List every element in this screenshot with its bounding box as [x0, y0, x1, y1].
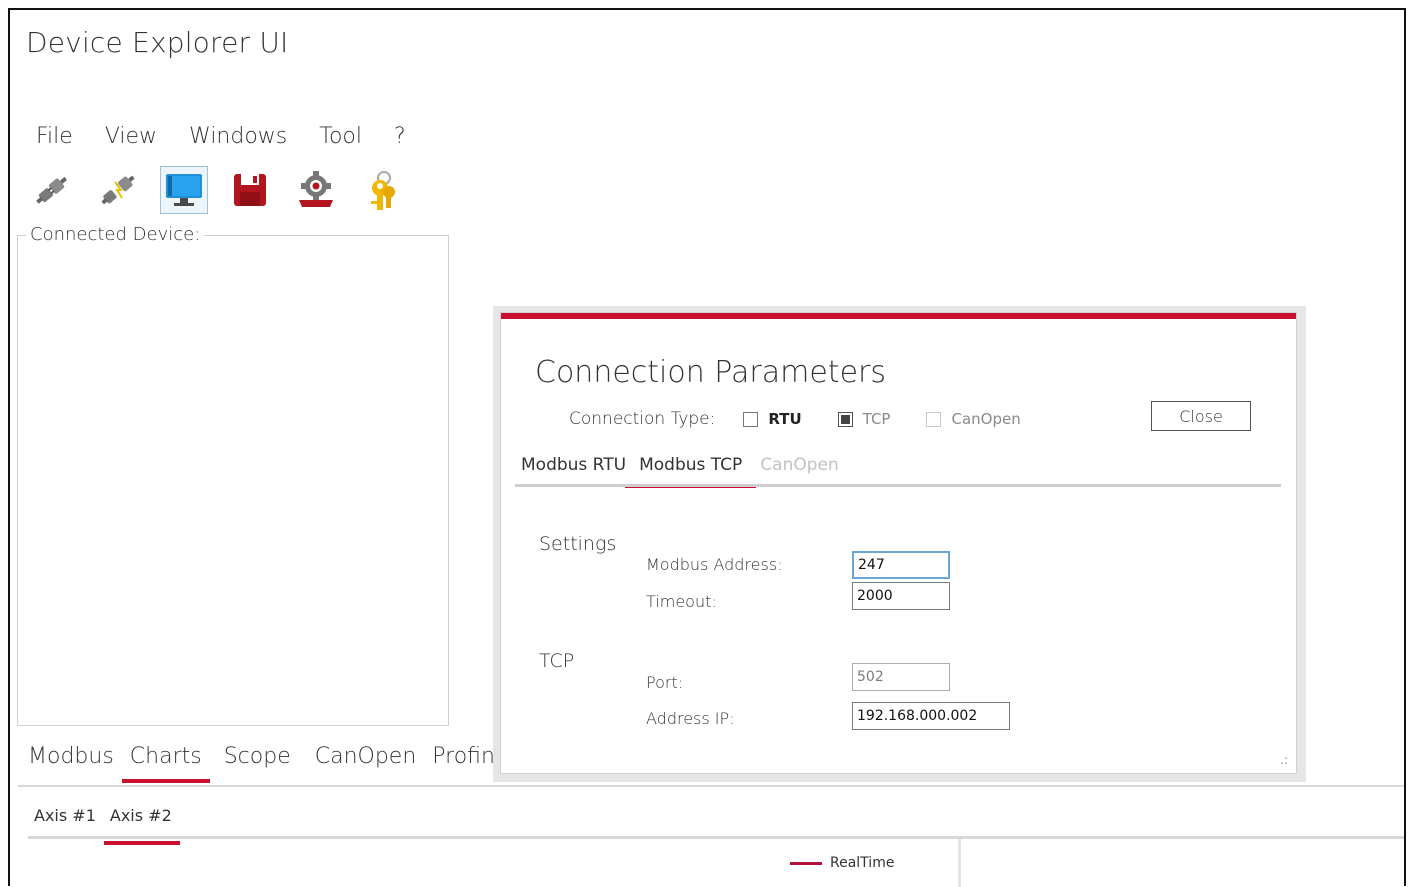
- bottom-tab-strip: Modbus Charts Scope CanOpen Profinet: [20, 744, 525, 783]
- app-title: Device Explorer UI: [26, 26, 289, 59]
- modbus-address-input[interactable]: [852, 551, 950, 579]
- tab-modbus[interactable]: Modbus: [20, 744, 122, 777]
- tab-modbus-rtu[interactable]: Modbus RTU: [521, 455, 633, 485]
- dialog-accent-bar: [501, 313, 1296, 319]
- connection-type-row: Connection Type: RTU TCP CanOpen: [569, 409, 1057, 429]
- settings-button[interactable]: [292, 166, 340, 214]
- modbus-address-label: Modbus Address:: [646, 555, 783, 574]
- address-ip-label: Address IP:: [646, 709, 735, 728]
- menu-tool[interactable]: Tool: [319, 124, 362, 149]
- dialog-tab-strip: Modbus RTU Modbus TCP CanOpen: [521, 455, 846, 488]
- tcp-label: TCP: [862, 410, 891, 428]
- tcp-heading: TCP: [539, 650, 575, 672]
- plug-connect-icon: [36, 176, 68, 204]
- port-input[interactable]: [852, 663, 950, 691]
- menu-file[interactable]: File: [36, 124, 73, 149]
- connected-device-panel: [17, 235, 449, 726]
- bottom-tab-divider: [18, 785, 1404, 787]
- connection-type-label: Connection Type:: [569, 409, 716, 429]
- monitor-icon: [166, 174, 202, 206]
- connection-parameters-dialog: Connection Parameters Connection Type: R…: [500, 312, 1297, 774]
- port-label: Port:: [646, 673, 684, 692]
- tab-charts[interactable]: Charts: [121, 744, 210, 783]
- tab-canopen[interactable]: CanOpen: [307, 744, 425, 777]
- menu-windows[interactable]: Windows: [189, 124, 287, 149]
- menu-bar: File View Windows Tool ?: [36, 124, 438, 149]
- menu-view[interactable]: View: [105, 124, 157, 149]
- chart-legend: RealTime: [790, 855, 894, 871]
- legend-swatch: [790, 861, 822, 865]
- canopen-option[interactable]: CanOpen: [926, 410, 1021, 428]
- save-button[interactable]: [226, 166, 274, 214]
- settings-gear-icon: [299, 171, 333, 207]
- connect-button[interactable]: [28, 166, 76, 214]
- close-button[interactable]: Close: [1151, 401, 1251, 431]
- disconnect-button[interactable]: [94, 166, 142, 214]
- tab-canopen-dialog[interactable]: CanOpen: [756, 455, 845, 485]
- rtu-option[interactable]: RTU: [743, 410, 802, 428]
- plug-disconnect-icon: [101, 175, 135, 205]
- timeout-label: Timeout:: [646, 592, 717, 611]
- toolbar: [28, 166, 406, 214]
- tab-modbus-tcp[interactable]: Modbus TCP: [625, 455, 757, 488]
- legend-label: RealTime: [830, 855, 895, 871]
- chart-splitter[interactable]: [958, 839, 961, 887]
- tcp-option[interactable]: TCP: [837, 410, 891, 428]
- connected-device-legend: Connected Device:: [26, 224, 205, 245]
- dialog-tab-divider: [515, 484, 1281, 487]
- settings-heading: Settings: [539, 533, 617, 555]
- resize-grip-icon[interactable]: .:: [1280, 753, 1288, 767]
- tab-axis-2[interactable]: Axis #2: [103, 806, 180, 845]
- address-ip-input[interactable]: [852, 702, 1010, 730]
- tab-scope[interactable]: Scope: [216, 744, 299, 777]
- monitor-button[interactable]: [160, 166, 208, 214]
- dialog-title: Connection Parameters: [535, 355, 886, 390]
- menu-help[interactable]: ?: [394, 124, 406, 149]
- save-icon: [234, 174, 266, 206]
- timeout-input[interactable]: [852, 582, 950, 610]
- canopen-checkbox[interactable]: [926, 411, 942, 427]
- keys-icon: [371, 171, 395, 210]
- axis-tab-divider: [28, 836, 1404, 839]
- axis-tab-strip: Axis #1 Axis #2: [28, 806, 180, 845]
- rtu-label: RTU: [768, 410, 802, 428]
- tcp-checkbox[interactable]: [837, 411, 853, 427]
- tab-axis-1[interactable]: Axis #1: [28, 806, 104, 837]
- keys-button[interactable]: [358, 166, 406, 214]
- canopen-label: CanOpen: [951, 410, 1021, 428]
- rtu-checkbox[interactable]: [743, 411, 759, 427]
